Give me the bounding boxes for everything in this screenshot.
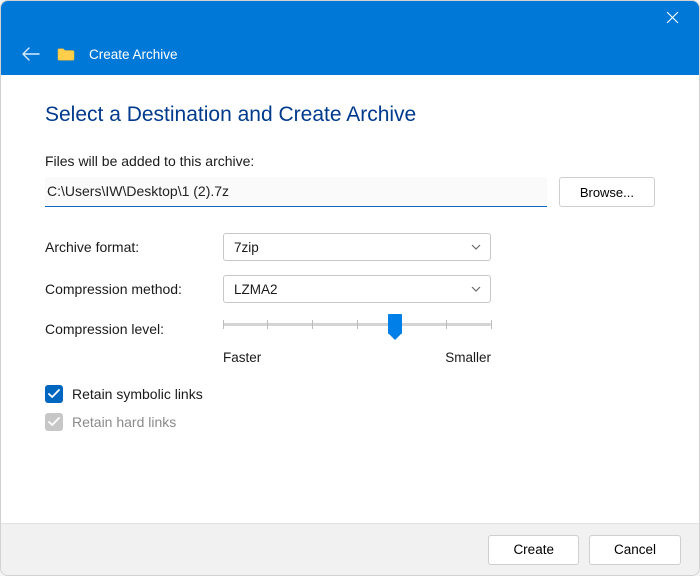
page-title: Select a Destination and Create Archive [45, 103, 655, 127]
folder-icon [57, 47, 75, 62]
checkbox-disabled-icon [45, 413, 63, 431]
compression-method-value: LZMA2 [234, 282, 278, 297]
back-button[interactable] [19, 42, 43, 66]
retain-hard-label: Retain hard links [72, 414, 176, 430]
archive-format-value: 7zip [234, 240, 259, 255]
create-button[interactable]: Create [488, 535, 579, 565]
slider-faster-label: Faster [223, 350, 261, 365]
content-area: Select a Destination and Create Archive … [1, 75, 699, 523]
back-arrow-icon [22, 47, 40, 61]
footer: Create Cancel [1, 523, 699, 575]
slider-thumb[interactable] [388, 314, 402, 334]
compression-method-label: Compression method: [45, 281, 223, 297]
browse-button[interactable]: Browse... [559, 177, 655, 207]
archive-format-select[interactable]: 7zip [223, 233, 491, 261]
chevron-down-icon [470, 241, 482, 253]
titlebar-title: Create Archive [89, 47, 178, 62]
create-archive-dialog: Create Archive Select a Destination and … [0, 0, 700, 576]
archive-path-input[interactable] [45, 177, 547, 207]
checkbox-checked-icon [45, 385, 63, 403]
titlebar: Create Archive [1, 1, 699, 75]
close-button[interactable] [651, 1, 693, 33]
compression-method-select[interactable]: LZMA2 [223, 275, 491, 303]
files-label: Files will be added to this archive: [45, 153, 655, 169]
retain-hard-links-checkbox: Retain hard links [45, 413, 655, 431]
cancel-button[interactable]: Cancel [589, 535, 681, 565]
archive-format-label: Archive format: [45, 239, 223, 255]
retain-symbolic-links-checkbox[interactable]: Retain symbolic links [45, 385, 655, 403]
compression-level-label: Compression level: [45, 317, 223, 337]
close-icon [666, 11, 679, 24]
compression-level-slider[interactable]: Faster Smaller [223, 317, 491, 365]
retain-symbolic-label: Retain symbolic links [72, 386, 203, 402]
slider-smaller-label: Smaller [445, 350, 491, 365]
chevron-down-icon [470, 283, 482, 295]
